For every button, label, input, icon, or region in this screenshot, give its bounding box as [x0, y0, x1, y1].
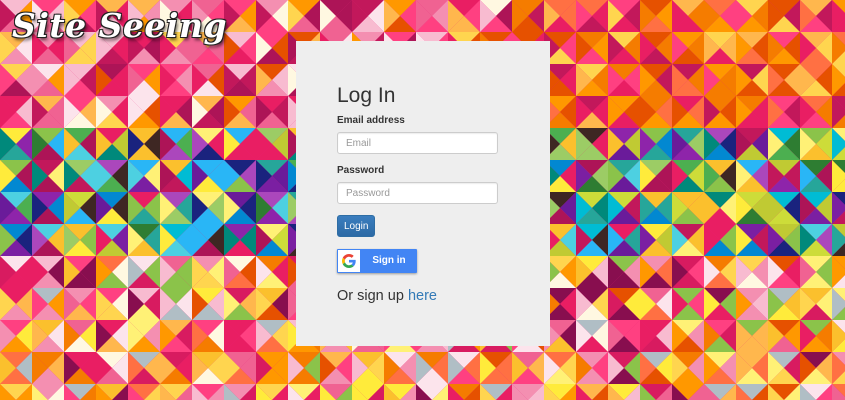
- signup-link[interactable]: here: [408, 288, 437, 304]
- signup-prefix: Or sign up: [337, 288, 404, 304]
- login-panel: Log In Email address Password Login Sign…: [296, 41, 550, 346]
- page-title: Log In: [337, 84, 396, 107]
- login-form: Log In Email address Password Login Sign…: [337, 85, 499, 304]
- email-label: Email address: [337, 115, 405, 126]
- login-button[interactable]: Login: [337, 215, 376, 237]
- password-label: Password: [337, 165, 385, 176]
- email-field[interactable]: [337, 132, 498, 154]
- signup-prompt: Or sign up here: [337, 288, 499, 304]
- password-field[interactable]: [337, 182, 498, 204]
- site-logo[interactable]: Site Seeing: [12, 6, 227, 45]
- google-sign-in-label: Sign in: [372, 255, 406, 266]
- google-g-icon: [338, 250, 360, 272]
- page: Site Seeing Log In Email address Passwor…: [0, 0, 845, 400]
- google-sign-in-button[interactable]: Sign in: [337, 249, 417, 273]
